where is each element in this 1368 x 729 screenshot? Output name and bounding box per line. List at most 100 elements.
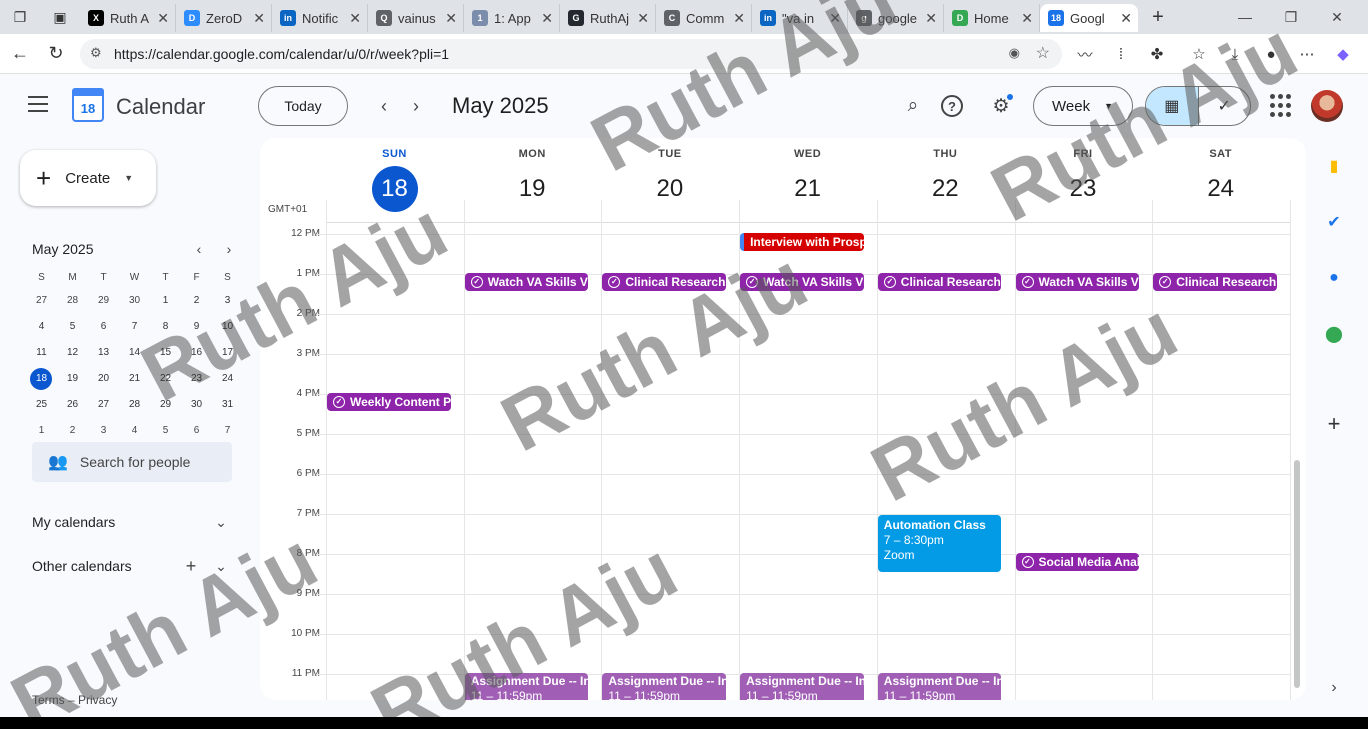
mini-day[interactable]: 6 bbox=[181, 418, 212, 444]
mini-day[interactable]: 16 bbox=[181, 340, 212, 366]
calendar-event[interactable]: Assignment Due -- In 11 – 11:59pm bbox=[602, 673, 727, 700]
chevron-down-icon[interactable]: ⌄ bbox=[206, 514, 236, 531]
browser-tab[interactable]: Qvainus ✕ bbox=[368, 4, 464, 32]
mini-day[interactable]: 17 bbox=[212, 340, 243, 366]
browser-tab[interactable]: in "va in ✕ bbox=[752, 4, 848, 32]
get-addons-icon[interactable]: + bbox=[1322, 411, 1346, 436]
mini-day[interactable]: 3 bbox=[212, 288, 243, 314]
calendar-event[interactable]: ✓ Watch VA Skills Vi bbox=[464, 273, 589, 291]
back-icon[interactable]: ← bbox=[2, 36, 38, 72]
mini-prev-icon[interactable]: ‹ bbox=[184, 241, 214, 257]
mini-day[interactable]: 18 bbox=[26, 366, 57, 392]
browser-tab[interactable]: C Comm ✕ bbox=[656, 4, 752, 32]
calendar-event[interactable]: Assignment Due -- In 11 – 11:59pm bbox=[740, 673, 864, 700]
mini-day[interactable]: 3 bbox=[88, 418, 119, 444]
mini-day[interactable]: 1 bbox=[26, 418, 57, 444]
mini-day[interactable]: 25 bbox=[26, 392, 57, 418]
mini-day[interactable]: 24 bbox=[212, 366, 243, 392]
tab-close-icon[interactable]: ✕ bbox=[1021, 10, 1033, 27]
day-number[interactable]: 19 bbox=[509, 166, 555, 212]
mini-day[interactable]: 4 bbox=[26, 314, 57, 340]
performance-icon[interactable]: 〰 bbox=[1072, 41, 1098, 67]
tasks-icon[interactable]: ✔ bbox=[1322, 210, 1346, 234]
grid-scrollbar[interactable] bbox=[1294, 460, 1300, 688]
calendar-event[interactable]: Interview with Prosp bbox=[740, 233, 864, 251]
mini-day[interactable]: 5 bbox=[150, 418, 181, 444]
bookmark-star-icon[interactable]: ☆ bbox=[1036, 43, 1050, 63]
tab-close-icon[interactable]: ✕ bbox=[925, 10, 937, 27]
calendar-event[interactable]: ✓ Watch VA Skills Vi bbox=[1015, 273, 1140, 291]
mini-day[interactable]: 12 bbox=[57, 340, 88, 366]
minimize-icon[interactable]: — bbox=[1222, 9, 1268, 25]
mini-day[interactable]: 29 bbox=[88, 288, 119, 314]
browser-tab[interactable]: g google ✕ bbox=[848, 4, 944, 32]
previous-week-icon[interactable]: ‹ bbox=[370, 92, 398, 120]
mini-day[interactable]: 30 bbox=[119, 288, 150, 314]
tracking-icon[interactable]: ◉ bbox=[1009, 45, 1020, 61]
tab-close-icon[interactable]: ✕ bbox=[157, 10, 169, 27]
day-number[interactable]: 22 bbox=[922, 166, 968, 212]
view-selector[interactable]: Week ▼ bbox=[1033, 86, 1133, 126]
new-tab-icon[interactable]: + bbox=[1138, 0, 1178, 34]
calendar-event[interactable]: ✓ Clinical Research bbox=[1153, 273, 1277, 291]
workspaces-icon[interactable]: ❐ bbox=[0, 0, 40, 34]
favorites-icon[interactable]: ☆ bbox=[1186, 41, 1212, 67]
browser-tab[interactable]: 1 1: App ✕ bbox=[464, 4, 560, 32]
mini-day[interactable]: 6 bbox=[88, 314, 119, 340]
create-button[interactable]: + Create ▼ bbox=[20, 150, 156, 206]
mini-day[interactable]: 29 bbox=[150, 392, 181, 418]
my-calendars-section[interactable]: My calendars ⌄ bbox=[32, 510, 236, 534]
add-calendar-icon[interactable]: + bbox=[176, 556, 206, 577]
menu-more-icon[interactable]: ⋯ bbox=[1294, 41, 1320, 67]
calendar-event[interactable]: Assignment Due -- In 11 – 11:59pm bbox=[877, 673, 1002, 700]
calendar-event[interactable]: ✓ Social Media Anal bbox=[1015, 553, 1140, 571]
search-people-input[interactable]: 👥 Search for people bbox=[32, 442, 232, 482]
mini-day[interactable]: 28 bbox=[119, 392, 150, 418]
next-week-icon[interactable]: › bbox=[402, 92, 430, 120]
reload-icon[interactable]: ↻ bbox=[38, 36, 74, 72]
mini-day[interactable]: 27 bbox=[88, 392, 119, 418]
calendar-event[interactable]: ✓ Clinical Research bbox=[602, 273, 727, 291]
restore-icon[interactable]: ❐ bbox=[1268, 9, 1314, 26]
mini-day[interactable]: 1 bbox=[150, 288, 181, 314]
other-calendars-section[interactable]: Other calendars + ⌄ bbox=[32, 554, 236, 578]
google-apps-icon[interactable] bbox=[1270, 94, 1294, 118]
day-header[interactable]: FRI 23 bbox=[1015, 148, 1152, 212]
expand-panel-icon[interactable]: › bbox=[1322, 676, 1346, 700]
mini-day[interactable]: 30 bbox=[181, 392, 212, 418]
settings-gear-icon[interactable]: ⚙ bbox=[987, 92, 1015, 120]
mini-day[interactable]: 22 bbox=[150, 366, 181, 392]
tab-close-icon[interactable]: ✕ bbox=[733, 10, 745, 27]
browser-tab[interactable]: G RuthAj ✕ bbox=[560, 4, 656, 32]
today-button[interactable]: Today bbox=[258, 86, 348, 126]
browser-tab[interactable]: in Notific ✕ bbox=[272, 4, 368, 32]
address-bar[interactable]: ⚙ https://calendar.google.com/calendar/u… bbox=[80, 39, 1062, 69]
downloads-icon[interactable]: ⤓ bbox=[1222, 41, 1248, 67]
mini-day[interactable]: 14 bbox=[119, 340, 150, 366]
browser-tab[interactable]: X Ruth A ✕ bbox=[80, 4, 176, 32]
mini-day[interactable]: 2 bbox=[57, 418, 88, 444]
mini-day[interactable]: 23 bbox=[181, 366, 212, 392]
mini-day[interactable]: 9 bbox=[181, 314, 212, 340]
profile-icon[interactable]: ● bbox=[1258, 41, 1284, 67]
extensions-icon[interactable]: ✤ bbox=[1144, 41, 1170, 67]
extension-dots-icon[interactable]: ⁞ bbox=[1108, 41, 1134, 67]
browser-tab[interactable]: D ZeroD ✕ bbox=[176, 4, 272, 32]
calendar-logo[interactable]: 18 bbox=[72, 88, 104, 122]
tab-close-icon[interactable]: ✕ bbox=[637, 10, 649, 27]
mini-day[interactable]: 26 bbox=[57, 392, 88, 418]
mini-day[interactable]: 21 bbox=[119, 366, 150, 392]
mini-day[interactable]: 7 bbox=[119, 314, 150, 340]
mini-day[interactable]: 8 bbox=[150, 314, 181, 340]
calendar-event[interactable]: Automation Class 7 – 8:30pm Zoom bbox=[877, 515, 1002, 572]
day-header[interactable]: SAT 24 bbox=[1152, 148, 1289, 212]
main-menu-icon[interactable] bbox=[28, 96, 48, 112]
day-number[interactable]: 20 bbox=[647, 166, 693, 212]
browser-tab[interactable]: D Home ✕ bbox=[944, 4, 1040, 32]
keep-icon[interactable]: ▮ bbox=[1322, 154, 1346, 178]
tab-actions-icon[interactable]: ▣ bbox=[40, 0, 80, 34]
tab-close-icon[interactable]: ✕ bbox=[829, 10, 841, 27]
mini-day[interactable]: 10 bbox=[212, 314, 243, 340]
mini-day[interactable]: 2 bbox=[181, 288, 212, 314]
mini-day[interactable]: 5 bbox=[57, 314, 88, 340]
